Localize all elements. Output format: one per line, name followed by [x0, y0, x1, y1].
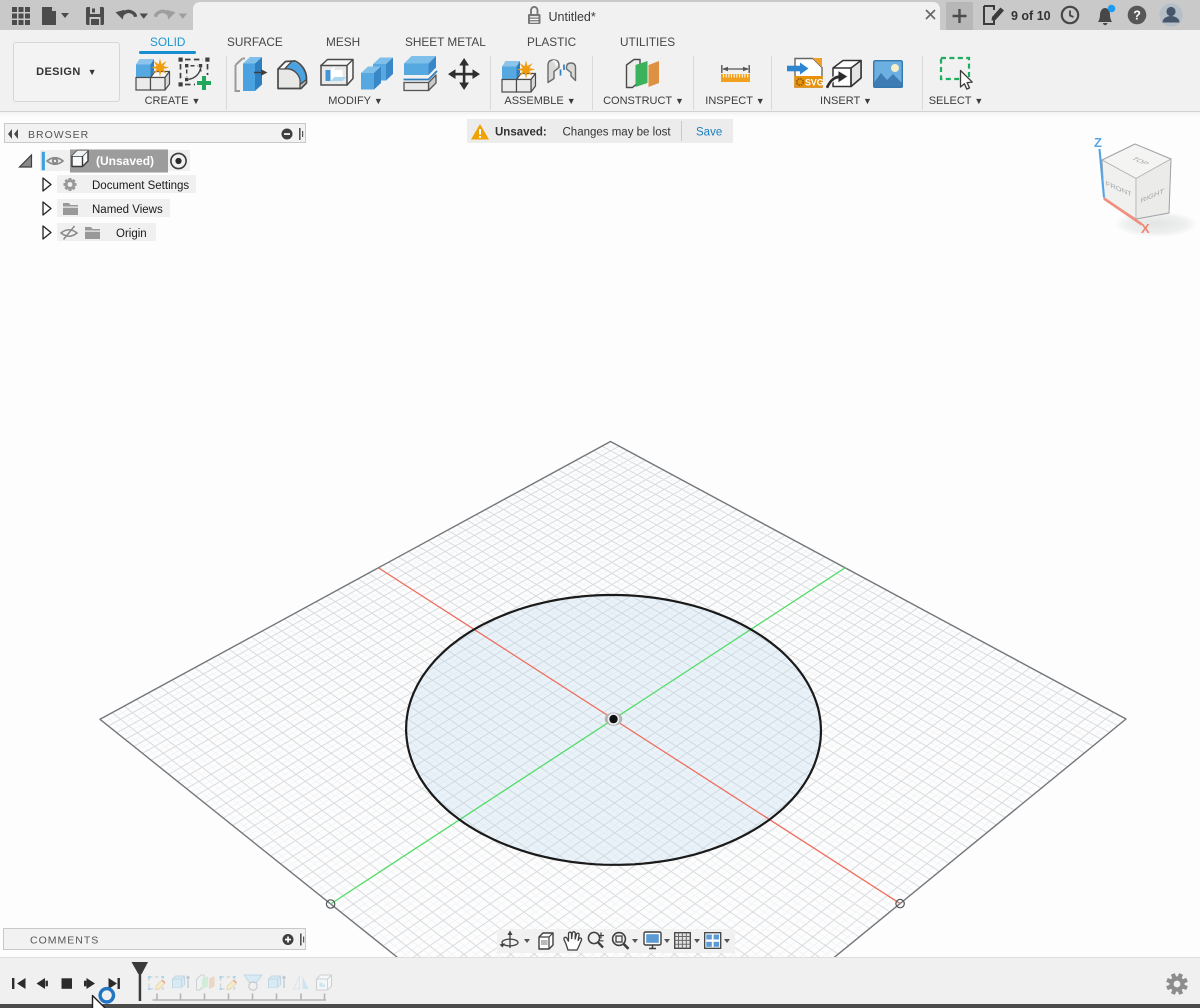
svg-text:(Unsaved): (Unsaved) [96, 154, 154, 168]
svg-text:SVG: SVG [805, 78, 824, 88]
svg-text:Save: Save [696, 127, 722, 139]
svg-text:Unsaved:: Unsaved: [495, 127, 547, 139]
svg-text:Origin: Origin [116, 228, 147, 240]
svg-text:Document Settings: Document Settings [92, 180, 189, 192]
svg-text:BROWSER: BROWSER [28, 129, 89, 141]
svg-text:X: X [1141, 221, 1150, 236]
svg-text:Named Views: Named Views [92, 204, 163, 216]
svg-text:?: ? [1133, 9, 1141, 23]
svg-text:Z: Z [1094, 135, 1102, 150]
svg-text:Changes may be lost: Changes may be lost [563, 127, 672, 139]
svg-text:Untitled*: Untitled* [549, 10, 596, 24]
svg-text:COMMENTS: COMMENTS [30, 935, 99, 947]
svg-text:9 of 10: 9 of 10 [1011, 9, 1051, 23]
